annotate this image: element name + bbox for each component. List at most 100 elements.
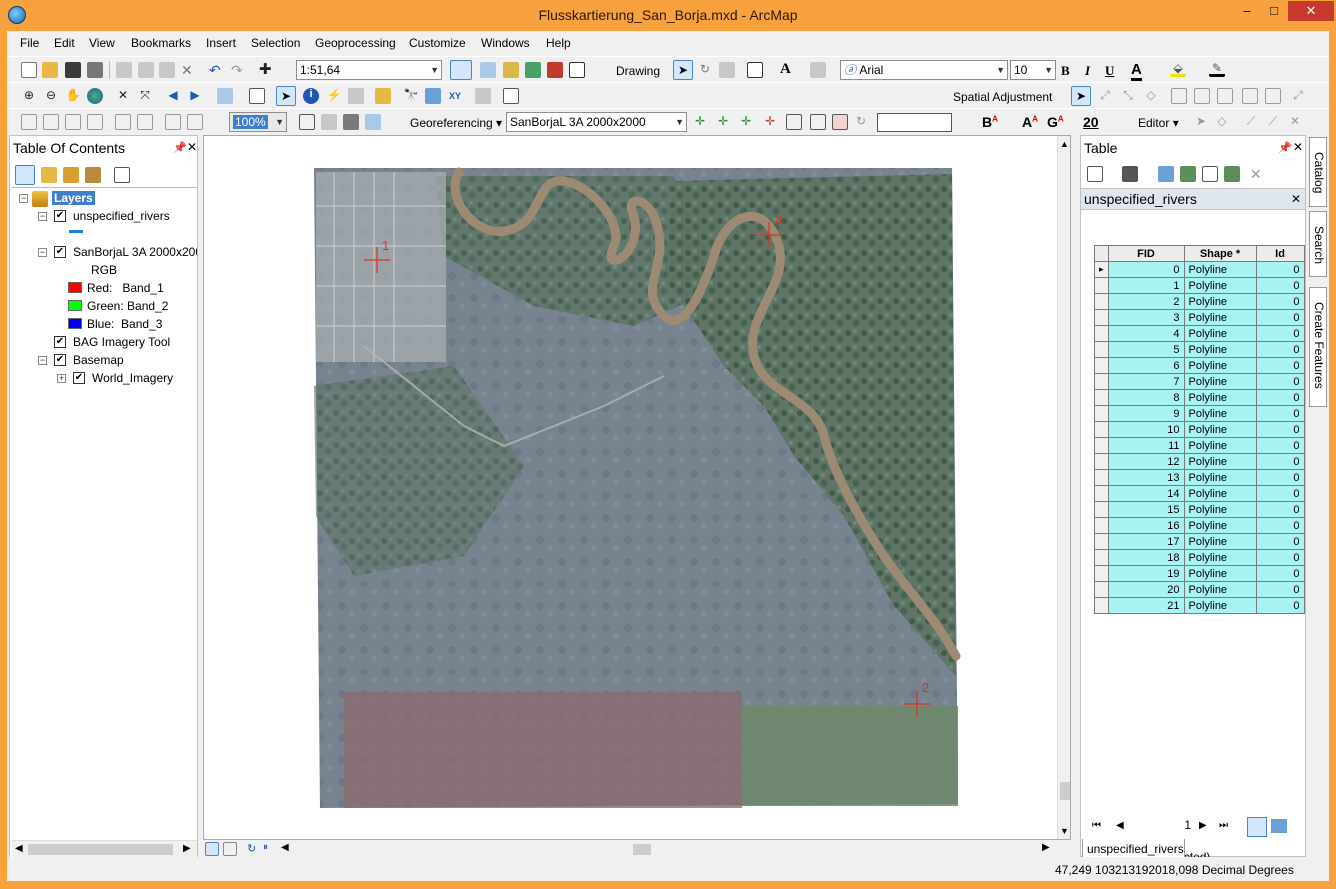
font-size-combo[interactable]: 10 ▼ — [1010, 60, 1056, 80]
toc-window-icon[interactable] — [480, 62, 496, 78]
layers-root-label[interactable]: Layers — [52, 191, 95, 205]
redo-icon[interactable]: ↷ — [231, 62, 247, 78]
limited-adjust-icon[interactable] — [1265, 88, 1281, 104]
list-by-source-icon[interactable] — [41, 167, 57, 183]
table-options-icon[interactable] — [1087, 166, 1103, 182]
layout-fixed-icon[interactable] — [137, 114, 153, 130]
map-scroll-right-icon[interactable]: ▶ — [1042, 842, 1050, 853]
id-cell[interactable]: 0 — [1255, 389, 1305, 406]
table-bottom-tab[interactable]: unspecified_rivers — [1082, 839, 1185, 859]
column-id[interactable]: Id — [1255, 245, 1305, 262]
clear-table-selection-icon[interactable] — [1202, 166, 1218, 182]
delete-records-icon[interactable]: ✕ — [1250, 166, 1262, 183]
table-row[interactable]: 15 Polyline 0 — [1094, 501, 1305, 518]
id-cell[interactable]: 0 — [1255, 565, 1305, 582]
table-row[interactable]: 2 Polyline 0 — [1094, 293, 1305, 310]
list-by-selection-icon[interactable] — [85, 167, 101, 183]
row-selector[interactable]: ▸ — [1094, 261, 1109, 278]
refresh-icon[interactable]: ↻ — [247, 842, 256, 855]
fid-cell[interactable]: 19 — [1107, 565, 1185, 582]
fid-cell[interactable]: 18 — [1107, 549, 1185, 566]
table-row[interactable]: 16 Polyline 0 — [1094, 517, 1305, 534]
layer-unspecified-rivers[interactable]: unspecified_rivers — [73, 209, 170, 223]
select-elements-tool-icon[interactable]: ➤ — [276, 86, 296, 106]
id-cell[interactable]: 0 — [1255, 277, 1305, 294]
catalog-tab[interactable]: Catalog — [1309, 137, 1327, 207]
row-selector[interactable] — [1094, 405, 1109, 422]
map-canvas[interactable]: 1 3 2 — [204, 136, 1071, 840]
sanborja-checkbox[interactable]: ✔ — [54, 246, 66, 258]
editor-menu[interactable]: Editor ▾ — [1138, 116, 1179, 130]
view-link-table-icon[interactable] — [832, 114, 848, 130]
fid-cell[interactable]: 4 — [1107, 325, 1185, 342]
find-icon[interactable]: 🔭 — [403, 88, 419, 104]
table-row[interactable]: 11 Polyline 0 — [1094, 437, 1305, 454]
delete-icon[interactable]: ✕ — [181, 62, 197, 78]
search-tab[interactable]: Search — [1309, 211, 1327, 277]
measure-icon[interactable] — [375, 88, 391, 104]
create-viewer-icon[interactable] — [503, 88, 519, 104]
zoom-out-icon[interactable]: ⊖ — [43, 88, 59, 104]
spatial-adjust-select-icon[interactable]: ➤ — [1071, 86, 1091, 106]
layer-sanborja[interactable]: SanBorjaL 3A 2000x2000 — [73, 245, 197, 259]
select-features-icon[interactable] — [217, 88, 233, 104]
table-row[interactable]: 1 Polyline 0 — [1094, 277, 1305, 294]
copy-icon[interactable] — [138, 62, 154, 78]
fixed-zoom-out-icon[interactable]: ⤧ — [137, 88, 153, 104]
view-links-icon[interactable] — [1194, 88, 1210, 104]
row-selector[interactable] — [1094, 501, 1109, 518]
switch-selection-icon[interactable] — [1180, 166, 1196, 182]
show-selected-records-icon[interactable] — [1271, 819, 1287, 833]
time-slider-icon[interactable] — [475, 88, 491, 104]
layers-collapse-toggle[interactable]: − — [19, 194, 28, 203]
layout-pan-icon[interactable] — [65, 114, 81, 130]
layout-back-icon[interactable] — [165, 114, 181, 130]
add-control-points-icon[interactable]: ✛ — [692, 114, 708, 130]
italic-button[interactable]: I — [1085, 63, 1090, 79]
layout-full-icon[interactable] — [115, 114, 131, 130]
first-record-icon[interactable]: ⏮ — [1092, 820, 1101, 831]
shape-cell[interactable]: Polyline — [1183, 517, 1257, 534]
table-row[interactable]: 8 Polyline 0 — [1094, 389, 1305, 406]
shape-cell[interactable]: Polyline — [1183, 501, 1257, 518]
cut-icon[interactable] — [116, 62, 132, 78]
row-selector[interactable] — [1094, 549, 1109, 566]
fid-cell[interactable]: 0 — [1107, 261, 1185, 278]
callout-icon[interactable] — [810, 62, 826, 78]
shape-cell[interactable]: Polyline — [1183, 549, 1257, 566]
row-selector[interactable] — [1094, 357, 1109, 374]
map-scroll-down-icon[interactable]: ▼ — [1060, 826, 1069, 836]
minimize-button[interactable]: – — [1234, 1, 1260, 21]
menu-view[interactable]: View — [89, 36, 115, 50]
id-cell[interactable]: 0 — [1255, 533, 1305, 550]
id-cell[interactable]: 0 — [1255, 501, 1305, 518]
id-cell[interactable]: 0 — [1255, 293, 1305, 310]
basemap-toggle[interactable]: − — [38, 356, 47, 365]
print-icon[interactable] — [87, 62, 103, 78]
font-color-a-button[interactable]: AA — [1022, 114, 1038, 130]
select-elements-icon[interactable]: ➤ — [673, 60, 693, 80]
basemap-checkbox[interactable]: ✔ — [54, 354, 66, 366]
scroll-right-arrow-icon[interactable]: ▶ — [183, 843, 191, 854]
row-selector[interactable] — [1094, 373, 1109, 390]
id-cell[interactable]: 0 — [1255, 469, 1305, 486]
select-by-attributes-icon[interactable] — [1158, 166, 1174, 182]
go-to-xy-icon[interactable]: XY — [447, 88, 463, 104]
zoom-percent-combo[interactable]: 100% ▼ — [229, 112, 287, 132]
row-selector[interactable] — [1094, 485, 1109, 502]
edit-annotation-icon[interactable]: ◇ — [1214, 114, 1230, 130]
layout-zoom-in-icon[interactable] — [21, 114, 37, 130]
table-row[interactable]: 5 Polyline 0 — [1094, 341, 1305, 358]
shape-cell[interactable]: Polyline — [1183, 533, 1257, 550]
bag-imagery-checkbox[interactable]: ✔ — [54, 336, 66, 348]
open-folder-icon[interactable] — [42, 62, 58, 78]
arctoolbox-icon[interactable] — [547, 62, 563, 78]
map-vertical-scrollbar[interactable]: ▲ ▼ — [1057, 136, 1070, 839]
focus-frame-icon[interactable] — [321, 114, 337, 130]
hyperlink-icon[interactable]: ⚡ — [326, 88, 342, 104]
create-features-tab[interactable]: Create Features — [1309, 287, 1327, 407]
show-all-records-icon[interactable] — [1247, 817, 1267, 837]
zoom-to-selected-link-icon[interactable]: ✛ — [762, 114, 778, 130]
close-button[interactable]: ✕ — [1288, 1, 1334, 21]
table-row[interactable]: 12 Polyline 0 — [1094, 453, 1305, 470]
